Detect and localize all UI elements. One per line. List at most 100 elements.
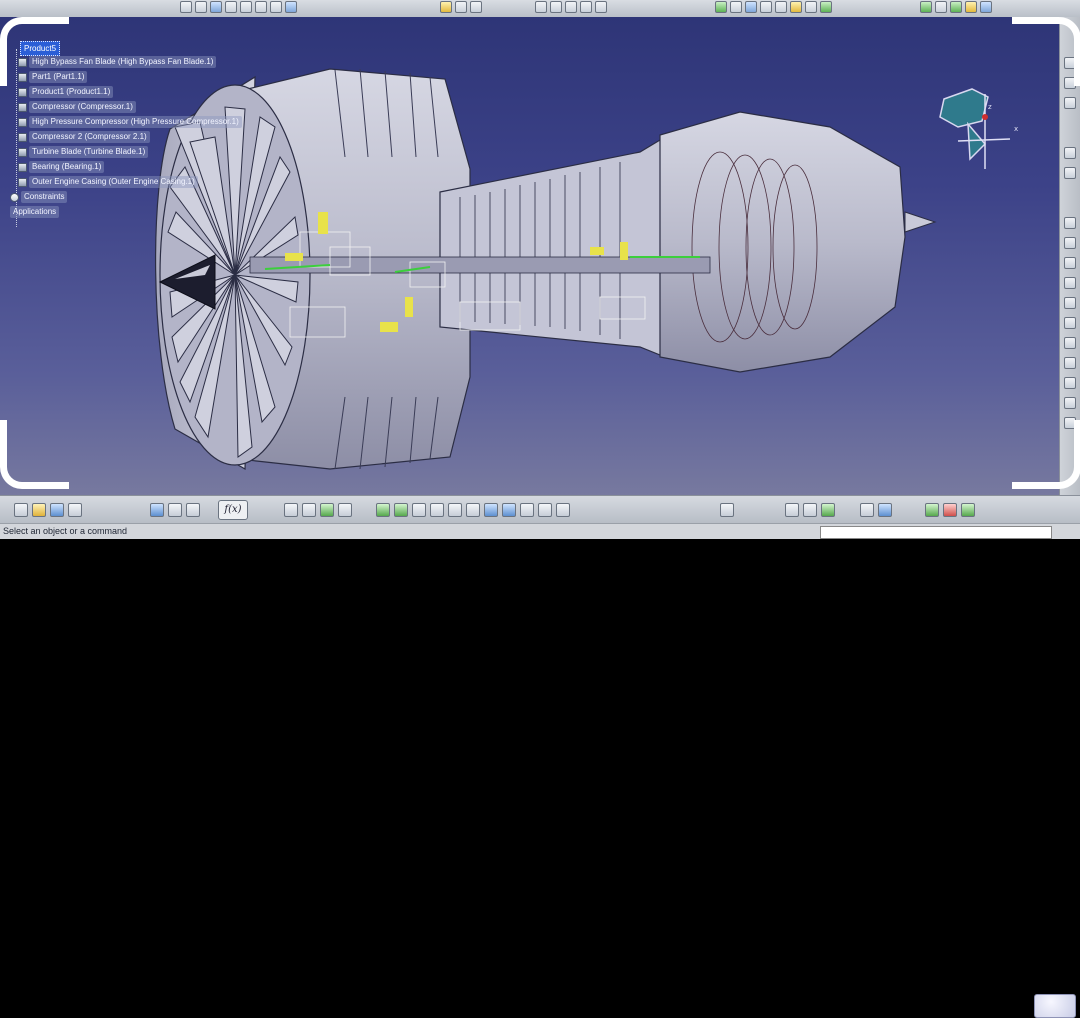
fly-icon[interactable] [284, 503, 298, 517]
iso-view-icon[interactable] [484, 503, 498, 517]
print-icon[interactable] [68, 503, 82, 517]
open-icon[interactable] [195, 1, 207, 13]
new-icon[interactable] [14, 503, 28, 517]
scene-icon[interactable] [935, 1, 947, 13]
tool-icon[interactable] [1064, 297, 1076, 309]
section-icon[interactable] [805, 1, 817, 13]
tool-icon[interactable] [1064, 377, 1076, 389]
measure-icon[interactable] [720, 503, 734, 517]
knowledge-icon[interactable] [925, 503, 939, 517]
tree-item-constraints[interactable]: Constraints [10, 190, 68, 204]
undo-icon[interactable] [285, 1, 297, 13]
catalog-browser-icon[interactable] [785, 503, 799, 517]
cut-icon[interactable] [240, 1, 252, 13]
tool-icon[interactable] [1064, 97, 1076, 109]
zoom-out-icon[interactable] [448, 503, 462, 517]
new-icon[interactable] [180, 1, 192, 13]
tool-icon[interactable] [1064, 397, 1076, 409]
formula-button[interactable]: f(x) [218, 500, 248, 520]
publication-icon[interactable] [950, 1, 962, 13]
analysis-toolbar [720, 503, 734, 517]
angle-icon[interactable] [580, 1, 592, 13]
tree-item-applications[interactable]: Applications [10, 205, 60, 219]
svg-text:z: z [988, 103, 992, 111]
part-icon[interactable] [470, 1, 482, 13]
fix-icon[interactable] [595, 1, 607, 13]
tree-item-turbine-blade[interactable]: Turbine Blade (Turbine Blade.1) [18, 145, 149, 159]
fit-all-icon[interactable] [302, 503, 316, 517]
tool-icon[interactable] [1064, 167, 1076, 179]
tool-icon[interactable] [1064, 277, 1076, 289]
save-icon[interactable] [50, 503, 64, 517]
tool-icon[interactable] [1064, 217, 1076, 229]
shading-icon[interactable] [502, 503, 516, 517]
sim-toolbar [860, 503, 892, 517]
tool-icon[interactable] [1064, 257, 1076, 269]
fit-icon[interactable] [376, 503, 390, 517]
update-icon[interactable] [820, 1, 832, 13]
tree-item-product1[interactable]: Product1 (Product1.1) [18, 85, 114, 99]
tool-icon[interactable] [1064, 147, 1076, 159]
command-input[interactable] [820, 526, 1052, 539]
zoom-in-icon[interactable] [430, 503, 444, 517]
crop-corner [0, 420, 69, 489]
paste-icon[interactable] [270, 1, 282, 13]
measure-icon[interactable] [775, 1, 787, 13]
tree-item-bearing[interactable]: Bearing (Bearing.1) [18, 160, 105, 174]
pan-move-icon[interactable] [394, 503, 408, 517]
tool-icon[interactable] [1064, 357, 1076, 369]
manipulate-icon[interactable] [715, 1, 727, 13]
knowledge-icon[interactable] [965, 1, 977, 13]
simulation-icon[interactable] [860, 503, 874, 517]
open-icon[interactable] [32, 503, 46, 517]
contact-icon[interactable] [550, 1, 562, 13]
help-icon[interactable] [186, 503, 200, 517]
constraints-icon [10, 192, 19, 202]
render-icon[interactable] [556, 503, 570, 517]
analysis-icon[interactable] [790, 1, 802, 13]
status-bar: Select an object or a command [0, 523, 1080, 540]
redo-icon[interactable] [168, 503, 182, 517]
pan-icon[interactable] [320, 503, 334, 517]
catalog-icon[interactable] [920, 1, 932, 13]
compass-icon[interactable]: z x [930, 79, 1020, 174]
tool-icon[interactable] [1064, 237, 1076, 249]
tool-icon[interactable] [1064, 317, 1076, 329]
tree-item-compressor[interactable]: Compressor (Compressor.1) [18, 100, 136, 114]
tree-item-outer-casing[interactable]: Outer Engine Casing (Outer Engine Casing… [18, 175, 198, 189]
clash-icon[interactable] [760, 1, 772, 13]
jet-engine-model[interactable] [0, 17, 1060, 495]
product-icon[interactable] [455, 1, 467, 13]
normal-view-icon[interactable] [466, 503, 480, 517]
catalog-toolbar [785, 503, 835, 517]
undo-icon[interactable] [150, 503, 164, 517]
svg-text:x: x [1014, 125, 1018, 133]
copy-icon[interactable] [255, 1, 267, 13]
save-icon[interactable] [210, 1, 222, 13]
rotate-view-icon[interactable] [412, 503, 426, 517]
rotate-icon[interactable] [338, 503, 352, 517]
3d-viewport[interactable]: z x Product5 High Bypass Fan Blade (High… [0, 17, 1060, 495]
snap-icon[interactable] [730, 1, 742, 13]
filter-icon[interactable] [980, 1, 992, 13]
apply-material-icon[interactable] [821, 503, 835, 517]
part-icon [18, 147, 27, 157]
tree-item-hp-compressor[interactable]: High Pressure Compressor (High Pressure … [18, 115, 242, 129]
swap-visible-icon[interactable] [538, 503, 552, 517]
component-icon[interactable] [440, 1, 452, 13]
offset-icon[interactable] [565, 1, 577, 13]
check-icon[interactable] [943, 503, 957, 517]
scene-icon[interactable] [803, 503, 817, 517]
print-icon[interactable] [225, 1, 237, 13]
coincidence-icon[interactable] [535, 1, 547, 13]
tool-icon[interactable] [1064, 337, 1076, 349]
product-toolbar [440, 1, 482, 13]
explode-icon[interactable] [745, 1, 757, 13]
tree-item-label: High Pressure Compressor (High Pressure … [29, 116, 242, 128]
track-icon[interactable] [878, 503, 892, 517]
tree-item-compressor-2[interactable]: Compressor 2 (Compressor 2.1) [18, 130, 150, 144]
tree-item-label: Outer Engine Casing (Outer Engine Casing… [29, 176, 198, 188]
hide-show-icon[interactable] [520, 503, 534, 517]
tools-toolbar [920, 1, 992, 13]
rule-icon[interactable] [961, 503, 975, 517]
